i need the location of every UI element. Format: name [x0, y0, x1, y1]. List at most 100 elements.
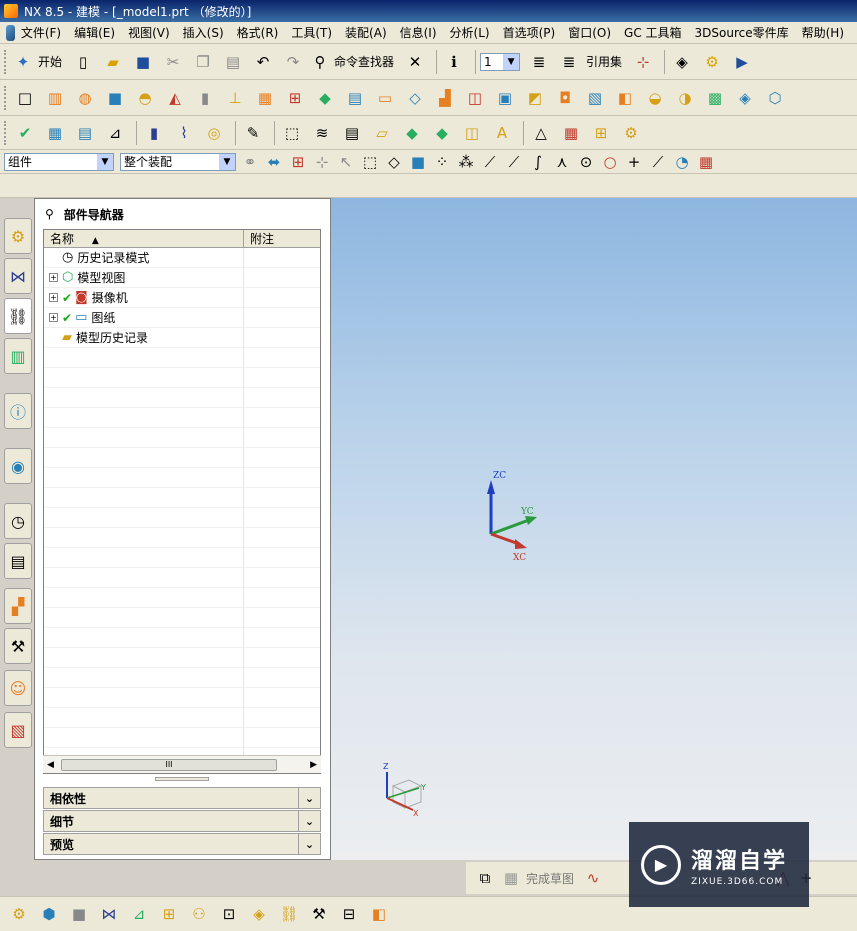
information-icon[interactable]: ℹ	[441, 49, 467, 75]
app-menu-icon[interactable]	[6, 24, 15, 41]
cut-icon[interactable]: ✂	[160, 49, 186, 75]
manufacturing-wizards-tab-icon[interactable]: ⚒	[4, 628, 32, 664]
tree-node-model-views[interactable]: + ⬡ 模型视图	[44, 267, 320, 288]
copy-icon[interactable]: ❐	[190, 49, 216, 75]
scrollbar-thumb[interactable]: III	[61, 758, 277, 771]
swept-icon[interactable]: ◑	[672, 85, 698, 111]
hd3d-tools-tab-icon[interactable]: ⓘ	[4, 393, 32, 429]
menu-format[interactable]: 格式(R)	[237, 24, 279, 41]
cursor-icon[interactable]: ↖	[336, 152, 356, 172]
paste-icon[interactable]: ▤	[220, 49, 246, 75]
constraint-navigator-tab-icon[interactable]: ⋈	[4, 258, 32, 294]
chevron-down-icon[interactable]: ▼	[97, 153, 113, 170]
groove-icon[interactable]: ▭	[372, 85, 398, 111]
wcs-icon[interactable]: ⊿	[102, 120, 128, 146]
macro-icon[interactable]: ▶	[729, 49, 755, 75]
menu-gc-toolkit[interactable]: GC 工具箱	[624, 24, 682, 41]
layer-settings-icon[interactable]: ≣	[526, 49, 552, 75]
cylinder-icon[interactable]: ▮	[192, 85, 218, 111]
blend-icon[interactable]: ▟	[432, 85, 458, 111]
datum-plane-icon[interactable]: ◆	[312, 85, 338, 111]
dependencies-panel[interactable]: 相依性 ⌄	[43, 787, 321, 809]
assembly-navigator-tab-icon[interactable]: ⚙	[4, 218, 32, 254]
menu-edit[interactable]: 编辑(E)	[74, 24, 115, 41]
preview-panel[interactable]: 预览 ⌄	[43, 833, 321, 855]
chevron-down-icon[interactable]: ▼	[503, 53, 520, 70]
unite-icon[interactable]: ◧	[612, 85, 638, 111]
part-navigator-tab-icon[interactable]: ⛓	[4, 298, 32, 334]
tree-node-model-history[interactable]: ▰ 模型历史记录	[44, 327, 320, 348]
save-icon[interactable]: ■	[130, 49, 156, 75]
revolve-icon[interactable]: ◍	[72, 85, 98, 111]
sequence-icon[interactable]: ⚒	[306, 901, 332, 927]
chamfer-icon[interactable]: ◫	[462, 85, 488, 111]
sew-icon[interactable]: ▧	[582, 85, 608, 111]
hole-icon[interactable]: ◓	[132, 85, 158, 111]
type-filter-select[interactable]: 组件 ▼	[4, 152, 114, 171]
edit-parameters-icon[interactable]: ✔	[12, 120, 38, 146]
column-note[interactable]: 附注	[244, 230, 274, 247]
mirror-assembly-icon[interactable]: ⊿	[126, 901, 152, 927]
csys-icon[interactable]: ⊹	[630, 49, 656, 75]
wcs-triad[interactable]: ZC YC XC	[481, 468, 571, 568]
pin-icon[interactable]: ⚲	[45, 207, 54, 221]
body-select-icon[interactable]: ◇	[384, 152, 404, 172]
snap-icon[interactable]: ⊞	[288, 152, 308, 172]
extrude-icon[interactable]: ▥	[42, 85, 68, 111]
pattern-feature-icon[interactable]: ⚙	[618, 120, 644, 146]
slot-icon[interactable]: ◇	[402, 85, 428, 111]
weight-management-icon[interactable]: ◧	[366, 901, 392, 927]
new-component-icon[interactable]: ■	[66, 901, 92, 927]
draft-icon[interactable]: ◩	[522, 85, 548, 111]
menu-preferences[interactable]: 首选项(P)	[503, 24, 556, 41]
checkmark-icon[interactable]: ✔	[62, 311, 72, 325]
column-name[interactable]: 名称 ▲	[44, 230, 244, 247]
panel-splitter[interactable]	[155, 777, 209, 781]
toolbar-grip[interactable]	[4, 120, 8, 145]
shell-icon[interactable]: ▣	[492, 85, 518, 111]
menu-3dsource[interactable]: 3DSource零件库	[695, 24, 789, 41]
finish-sketch-icon[interactable]: ▦	[500, 865, 522, 891]
new-file-icon[interactable]: ▯	[70, 49, 96, 75]
scroll-right-icon[interactable]: ▶	[310, 760, 317, 770]
tree-node-history-mode[interactable]: ◷ 历史记录模式	[44, 247, 320, 268]
system-scenes-tab-icon[interactable]: ▧	[4, 712, 32, 748]
menu-tools[interactable]: 工具(T)	[291, 24, 332, 41]
open-folder-icon[interactable]: ▰	[100, 49, 126, 75]
existing-point-icon[interactable]: +	[624, 152, 644, 172]
transform-icon[interactable]: ◈	[669, 49, 695, 75]
exploded-view-icon[interactable]: ◈	[246, 901, 272, 927]
add-component-icon[interactable]: ⬢	[36, 901, 62, 927]
midpoint-icon[interactable]: ⟋	[504, 152, 524, 172]
selection-icon[interactable]: ⊹	[312, 152, 332, 172]
undo-icon[interactable]: ↶	[250, 49, 276, 75]
measure-body-icon[interactable]: ⬡	[762, 85, 788, 111]
menu-window[interactable]: 窗口(O)	[568, 24, 611, 41]
sketch-task-icon[interactable]: ⧉	[474, 865, 496, 891]
expand-icon[interactable]: +	[49, 293, 58, 302]
grid-icon[interactable]: ▦	[696, 152, 716, 172]
trim-body-icon[interactable]: ◘	[552, 85, 578, 111]
graphics-window[interactable]: ZC YC XC Z Y X	[331, 198, 857, 860]
thread-icon[interactable]: ▮	[141, 120, 167, 146]
filter-icon[interactable]: ⚭	[240, 152, 260, 172]
menu-assembly[interactable]: 装配(A)	[345, 24, 387, 41]
finish-sketch-button[interactable]: 完成草图	[526, 870, 574, 887]
delete-face-icon[interactable]: ▤	[339, 120, 365, 146]
delete-icon[interactable]: ✕	[402, 49, 428, 75]
triangle-icon[interactable]: △	[528, 120, 554, 146]
move-component-icon[interactable]: ⚇	[186, 901, 212, 927]
toolbar-grip[interactable]	[4, 49, 8, 74]
redo-icon[interactable]: ↷	[280, 49, 306, 75]
expand-icon[interactable]: +	[49, 313, 58, 322]
layer-move-icon[interactable]: ≣	[556, 49, 582, 75]
toolbar-grip[interactable]	[4, 85, 8, 110]
profile-icon[interactable]: ∿	[582, 865, 604, 891]
replace-face-icon[interactable]: ≋	[309, 120, 335, 146]
process-studio-tab-icon[interactable]: ▞	[4, 588, 32, 624]
synchronous-icon[interactable]: ◆	[399, 120, 425, 146]
rectangle-select-icon[interactable]: ⬚	[360, 152, 380, 172]
selection-scope-select[interactable]: 整个装配 ▼	[120, 152, 236, 171]
point-set-icon[interactable]: ⊞	[588, 120, 614, 146]
checkmark-icon[interactable]: ✔	[62, 291, 72, 305]
